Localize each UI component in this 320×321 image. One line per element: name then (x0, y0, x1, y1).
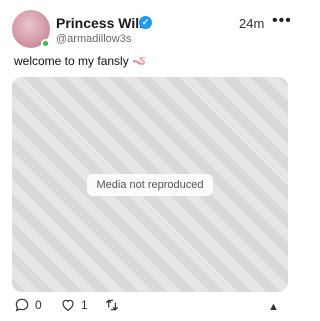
post-text: welcome to my fansly 🪱 (14, 54, 147, 68)
post-emoji: 🪱 (132, 54, 147, 68)
comment-count: 0 (35, 298, 42, 312)
media-label: Media not reproduced (87, 173, 213, 196)
verified-icon: ✓ (139, 16, 152, 29)
repost-button[interactable] (104, 297, 120, 313)
display-name[interactable]: Princess Wil... (56, 15, 151, 31)
username[interactable]: @armadillow3s (56, 33, 131, 45)
post-time: 24m (239, 16, 265, 31)
post-actions: 0 1 ▲ (14, 297, 290, 317)
comment-icon (15, 298, 29, 312)
like-count: 1 (81, 298, 88, 312)
heart-icon (62, 299, 74, 312)
comment-button[interactable]: 0 (14, 297, 42, 313)
post-media[interactable]: Media not reproduced (12, 77, 288, 292)
chevron-up-icon[interactable]: ▲ (268, 301, 279, 313)
post-header: Princess Wil... ✓ @armadillow3s 24m ••• (12, 10, 292, 52)
more-options-icon[interactable]: ••• (272, 12, 292, 30)
post-text-body: welcome to my fansly (14, 54, 129, 68)
like-button[interactable]: 1 (60, 297, 88, 313)
online-status-dot (41, 39, 50, 48)
repost-icon (106, 299, 118, 311)
